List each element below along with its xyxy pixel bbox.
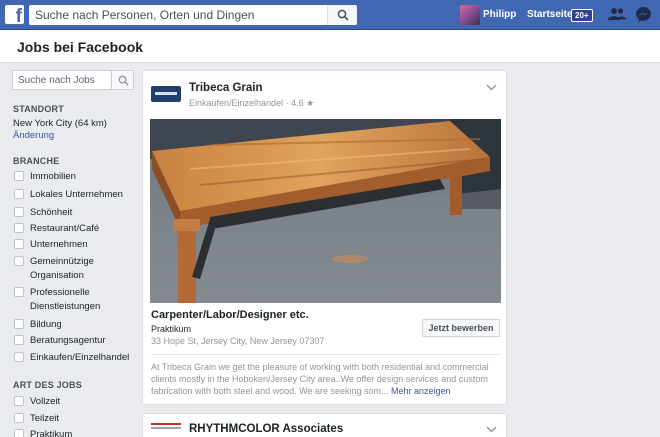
chevron-down-icon[interactable] (486, 84, 497, 91)
filter-label: Unternehmen (30, 239, 88, 250)
checkbox[interactable] (14, 223, 24, 233)
search-icon (118, 75, 129, 86)
job-title[interactable]: Carpenter/Labor/Designer etc. (151, 309, 309, 321)
job-photo[interactable] (150, 119, 501, 303)
company-name[interactable]: RHYTHMCOLOR Associates (189, 423, 343, 435)
facebook-logo-letter: f (15, 6, 22, 27)
filter-label: Einkaufen/Einzelhandel (30, 352, 130, 363)
filter-label: Vollzeit (30, 396, 61, 407)
checkbox[interactable] (14, 413, 24, 423)
location-value: New York City (64 km) (13, 118, 107, 129)
home-notification-badge: 20+ (571, 9, 593, 22)
home-link[interactable]: Startseite (527, 9, 573, 20)
search-icon (337, 9, 349, 21)
company-rating: 4.6 ★ (291, 98, 315, 108)
checkbox[interactable] (14, 352, 24, 362)
company-logo[interactable] (151, 423, 181, 433)
apply-now-button[interactable]: Jetzt bewerben (422, 319, 500, 337)
checkbox[interactable] (14, 256, 24, 266)
checkbox[interactable] (14, 319, 24, 329)
job-type-heading: ART DES JOBS (13, 380, 82, 390)
job-address: 33 Hope St, Jersey City, New Jersey 0730… (151, 336, 325, 346)
location-filter: New York City (64 km) Änderung (13, 118, 123, 142)
job-search-input[interactable] (12, 70, 111, 90)
job-type: Praktikum (151, 324, 192, 334)
checkbox[interactable] (14, 287, 24, 297)
filter-label: Praktikum (30, 429, 73, 437)
facebook-logo-icon[interactable]: f (5, 5, 24, 27)
checkbox[interactable] (14, 189, 24, 199)
filter-label: Gemeinnützige Organisation (30, 256, 94, 281)
company-name[interactable]: Tribeca Grain (189, 82, 263, 94)
company-logo[interactable] (151, 86, 181, 102)
job-card: Tribeca Grain Einkaufen/Einzelhandel · 4… (142, 70, 507, 405)
company-category: Einkaufen/Einzelhandel (189, 98, 284, 108)
filter-label: Bildung (30, 319, 62, 330)
checkbox[interactable] (14, 429, 24, 437)
avatar (460, 5, 480, 25)
filter-label: Beratungsagentur (30, 335, 106, 346)
filter-label: Schönheit (30, 207, 73, 218)
checkbox[interactable] (14, 396, 24, 406)
page-header: Jobs bei Facebook (0, 30, 660, 63)
job-description: At Tribeca Grain we get the pleasure of … (151, 361, 501, 397)
filter-label: Immobilien (30, 171, 76, 182)
global-search (29, 5, 357, 25)
chevron-down-icon[interactable] (486, 426, 497, 433)
change-location-link[interactable]: Änderung (13, 130, 54, 141)
filter-label: Lokales Unternehmen (30, 189, 123, 200)
top-navigation-bar: f Philipp Startseite 20+ (0, 0, 660, 30)
messenger-icon[interactable] (635, 6, 652, 23)
industry-heading: BRANCHE (13, 156, 60, 166)
filter-label: Restaurant/Café (30, 223, 100, 234)
global-search-button[interactable] (327, 5, 357, 25)
filter-label: Teilzeit (30, 413, 60, 424)
divider (151, 354, 501, 355)
global-search-input[interactable] (29, 5, 327, 25)
company-meta: Einkaufen/Einzelhandel · 4.6 ★ (189, 98, 315, 108)
page-title: Jobs bei Facebook (17, 39, 144, 55)
checkbox[interactable] (14, 171, 24, 181)
profile-name: Philipp (483, 9, 517, 20)
job-card: RHYTHMCOLOR Associates (142, 413, 507, 437)
show-more-link[interactable]: Mehr anzeigen (391, 386, 451, 396)
filter-label: Professionelle Dienstleistungen (30, 287, 101, 312)
checkbox[interactable] (14, 207, 24, 217)
checkbox[interactable] (14, 239, 24, 249)
job-search-button[interactable] (111, 70, 134, 90)
workbench-photo (150, 119, 501, 303)
location-heading: STANDORT (13, 104, 64, 114)
job-search (12, 70, 134, 90)
friend-requests-icon[interactable] (608, 7, 626, 21)
checkbox[interactable] (14, 335, 24, 345)
